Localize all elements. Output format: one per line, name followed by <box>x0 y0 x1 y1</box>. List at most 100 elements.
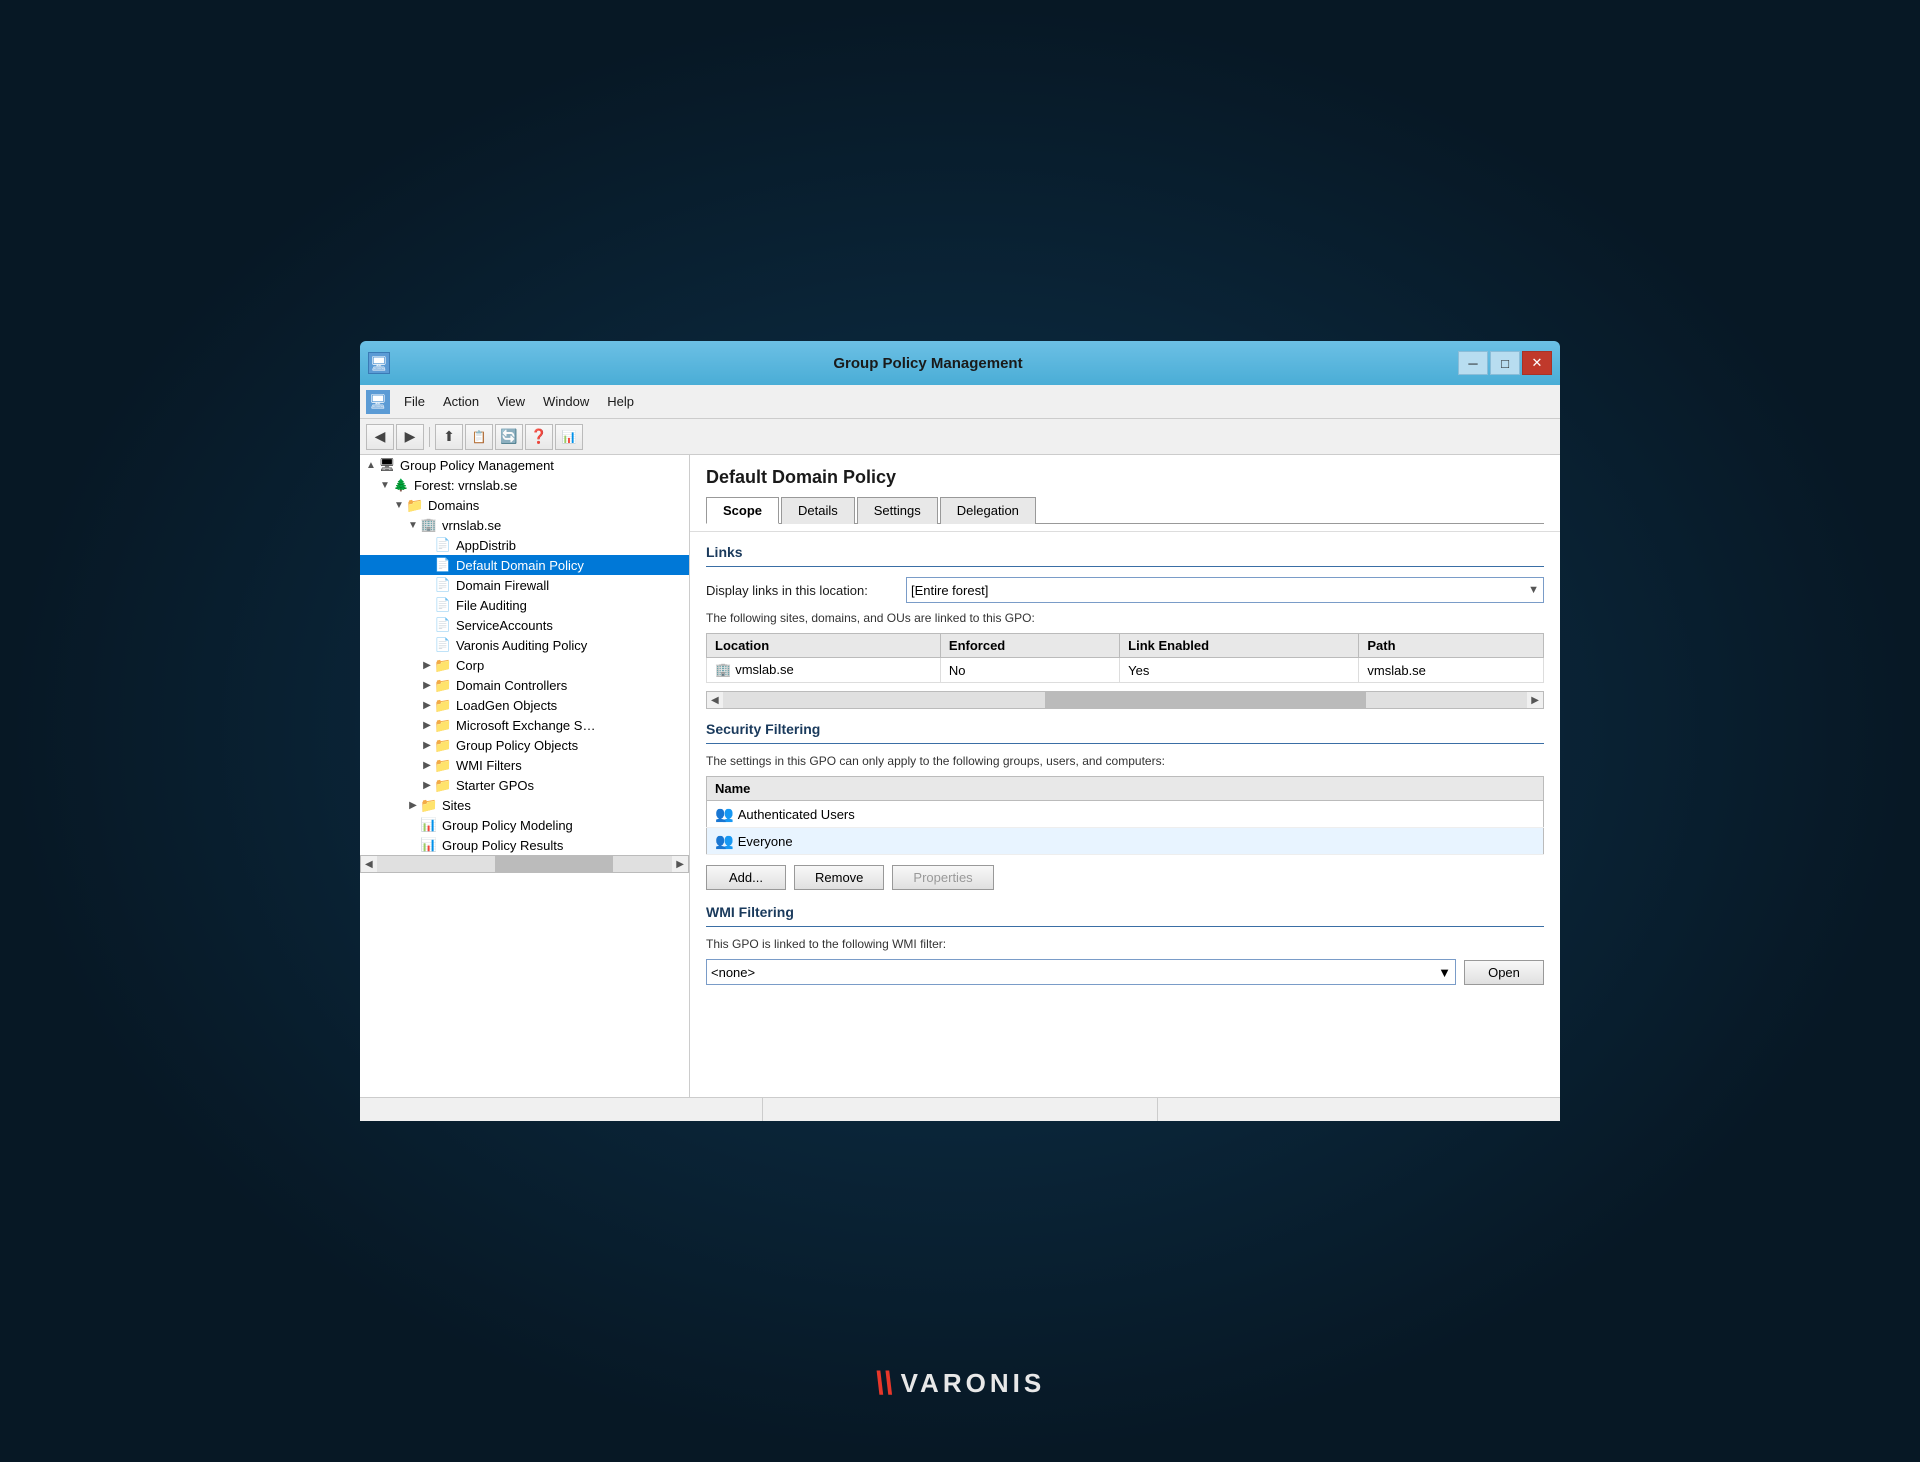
varonis-logo: \\ VARONIS <box>875 1365 1045 1402</box>
vap-label: Varonis Auditing Policy <box>456 638 587 653</box>
ddp-label: Default Domain Policy <box>456 558 584 573</box>
tree-item-varonisAuditingPolicy[interactable]: 📄 Varonis Auditing Policy <box>360 635 689 655</box>
table-row[interactable]: 🏢vmslab.se No Yes vmslab.se <box>707 658 1544 683</box>
tab-delegation[interactable]: Delegation <box>940 497 1036 524</box>
security-filtering-heading: Security Filtering <box>706 721 1544 737</box>
add-button[interactable]: Add... <box>706 865 786 890</box>
location-dropdown[interactable]: [Entire forest] ▼ <box>906 577 1544 603</box>
mse-label: Microsoft Exchange Secu <box>456 718 596 733</box>
tree-item-starterGPOs[interactable]: ▶ 📁 Starter GPOs <box>360 775 689 795</box>
remove-button[interactable]: Remove <box>794 865 884 890</box>
scroll-left-arrow[interactable]: ◀ <box>361 859 377 870</box>
filter-col-name: Name <box>707 777 1464 801</box>
tab-settings[interactable]: Settings <box>857 497 938 524</box>
cell-path: vmslab.se <box>1359 658 1544 683</box>
everyone-icon: 👥 <box>715 833 734 850</box>
close-button[interactable]: ✕ <box>1522 351 1552 375</box>
corp-label: Corp <box>456 658 484 673</box>
root-label: Group Policy Management <box>400 458 554 473</box>
expand-df <box>420 578 434 592</box>
menu-view[interactable]: View <box>489 391 533 412</box>
tree-item-sites[interactable]: ▶ 📁 Sites <box>360 795 689 815</box>
filter-row-everyone[interactable]: 👥Everyone <box>707 828 1544 855</box>
appDistrib-label: AppDistrib <box>456 538 516 553</box>
tab-details[interactable]: Details <box>781 497 855 524</box>
links-table: Location Enforced Link Enabled Path 🏢vms… <box>706 633 1544 683</box>
auth-users-icon: 👥 <box>715 806 734 823</box>
col-path: Path <box>1359 634 1544 658</box>
back-button[interactable]: ◀ <box>366 424 394 450</box>
tree-item-gpModeling[interactable]: 📊 Group Policy Modeling <box>360 815 689 835</box>
table-scroll-right[interactable]: ▶ <box>1527 695 1543 706</box>
tree-item-fileAuditing[interactable]: 📄 File Auditing <box>360 595 689 615</box>
vrnslab-icon: 🏢 <box>420 517 438 533</box>
wmi-divider <box>706 926 1544 927</box>
tree-item-domainControllers[interactable]: ▶ 📁 Domain Controllers <box>360 675 689 695</box>
main-area: ▲ 🖥 Group Policy Management ▼ 🌲 Forest: … <box>360 455 1560 1097</box>
tree-item-forest[interactable]: ▼ 🌲 Forest: vrnslab.se <box>360 475 689 495</box>
appDistrib-icon: 📄 <box>434 537 452 553</box>
menu-file[interactable]: File <box>396 391 433 412</box>
tree-item-root[interactable]: ▲ 🖥 Group Policy Management <box>360 455 689 475</box>
tree-item-serviceAccounts[interactable]: 📄 ServiceAccounts <box>360 615 689 635</box>
expand-vap <box>420 638 434 652</box>
table-scroll-left[interactable]: ◀ <box>707 695 723 706</box>
expand-fa <box>420 598 434 612</box>
tree-item-loadGen[interactable]: ▶ 📁 LoadGen Objects <box>360 695 689 715</box>
restore-button[interactable]: □ <box>1490 351 1520 375</box>
filter-row-auth-users[interactable]: 👥Authenticated Users <box>707 801 1544 828</box>
left-panel: ▲ 🖥 Group Policy Management ▼ 🌲 Forest: … <box>360 455 690 1097</box>
col-location: Location <box>707 634 941 658</box>
tab-scope[interactable]: Scope <box>706 497 779 524</box>
menu-action[interactable]: Action <box>435 391 487 412</box>
application-window: 🖥 Group Policy Management ─ □ ✕ 🖥 File A… <box>360 341 1560 1121</box>
view-button[interactable]: 📋 <box>465 424 493 450</box>
gpo-label: Group Policy Objects <box>456 738 578 753</box>
tree-item-groupPolicyObjects[interactable]: ▶ 📁 Group Policy Objects <box>360 735 689 755</box>
tree-item-vrnslab[interactable]: ▼ 🏢 vrnslab.se <box>360 515 689 535</box>
tree-item-msExchange[interactable]: ▶ 📁 Microsoft Exchange Secu <box>360 715 689 735</box>
scroll-right-arrow[interactable]: ▶ <box>672 859 688 870</box>
expand-dc: ▶ <box>420 678 434 692</box>
up-button[interactable]: ⬆ <box>435 424 463 450</box>
table-scroll-thumb <box>1045 692 1367 708</box>
minimize-button[interactable]: ─ <box>1458 351 1488 375</box>
links-info-text: The following sites, domains, and OUs ar… <box>706 611 1544 625</box>
wmi-dropdown[interactable]: <none> ▼ <box>706 959 1456 985</box>
properties-button[interactable]: Properties <box>892 865 993 890</box>
help-button[interactable]: ❓ <box>525 424 553 450</box>
left-panel-scrollbar[interactable]: ◀ ▶ <box>360 855 689 873</box>
tree-item-domains[interactable]: ▼ 📁 Domains <box>360 495 689 515</box>
gpm-label: Group Policy Modeling <box>442 818 573 833</box>
refresh-button[interactable]: 🔄 <box>495 424 523 450</box>
location-icon: 🏢 <box>715 662 731 677</box>
menu-help[interactable]: Help <box>599 391 642 412</box>
dc-label: Domain Controllers <box>456 678 567 693</box>
wmi-open-button[interactable]: Open <box>1464 960 1544 985</box>
tree-item-corp[interactable]: ▶ 📁 Corp <box>360 655 689 675</box>
security-buttons: Add... Remove Properties <box>706 865 1544 890</box>
tree-item-gpResults[interactable]: 📊 Group Policy Results <box>360 835 689 855</box>
tree-item-defaultDomainPolicy[interactable]: 📄 Default Domain Policy <box>360 555 689 575</box>
console-button[interactable]: 📊 <box>555 424 583 450</box>
expand-sa <box>420 618 434 632</box>
menu-window[interactable]: Window <box>535 391 597 412</box>
menu-bar: 🖥 File Action View Window Help <box>360 385 1560 419</box>
tree-item-appDistrib[interactable]: 📄 AppDistrib <box>360 535 689 555</box>
tree-item-domainFirewall[interactable]: 📄 Domain Firewall <box>360 575 689 595</box>
expand-root: ▲ <box>364 458 378 472</box>
auth-users-cell: 👥Authenticated Users <box>707 801 1464 828</box>
table-scroll-track <box>723 692 1528 708</box>
sites-label: Sites <box>442 798 471 813</box>
table-scrollbar[interactable]: ◀ ▶ <box>706 691 1544 709</box>
tree-item-wmiFilters[interactable]: ▶ 📁 WMI Filters <box>360 755 689 775</box>
forward-button[interactable]: ▶ <box>396 424 424 450</box>
title-bar: 🖥 Group Policy Management ─ □ ✕ <box>360 341 1560 385</box>
ddp-icon: 📄 <box>434 557 452 573</box>
tabs: Scope Details Settings Delegation <box>706 496 1544 524</box>
wmi-label: WMI Filters <box>456 758 522 773</box>
cell-location: 🏢vmslab.se <box>707 658 941 683</box>
sites-icon: 📁 <box>420 797 438 813</box>
corp-icon: 📁 <box>434 657 452 673</box>
expand-starter: ▶ <box>420 778 434 792</box>
